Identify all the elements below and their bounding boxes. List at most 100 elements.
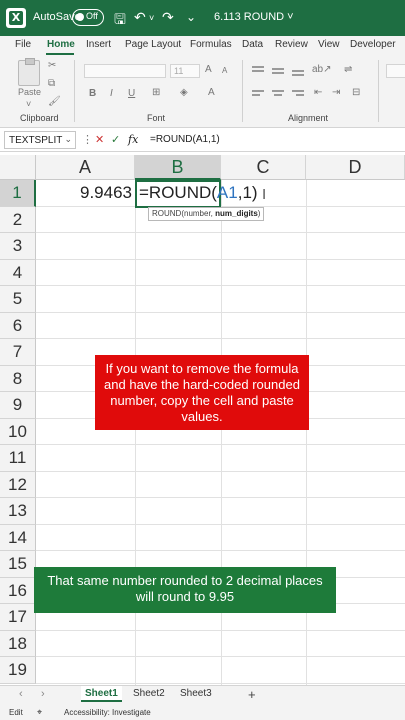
row-header[interactable]: 6 xyxy=(0,312,36,339)
tab-review[interactable]: Review xyxy=(275,39,308,50)
tab-home[interactable]: Home xyxy=(47,39,75,50)
formula-suffix: ,1) xyxy=(237,183,258,202)
ribbon: Paste ˅ ✂ ⧉ 🖌 Clipboard 11 A A B I U ⊞ ◈… xyxy=(0,56,405,128)
tab-insert[interactable]: Insert xyxy=(86,39,111,50)
row-header[interactable]: 17 xyxy=(0,604,36,631)
row-header[interactable]: 18 xyxy=(0,630,36,657)
tooltip-function: ROUND(number, xyxy=(152,209,216,218)
row-header[interactable]: 13 xyxy=(0,498,36,525)
gridline xyxy=(36,311,405,313)
chevron-down-icon[interactable]: ⌄ xyxy=(64,134,72,145)
orientation-icon[interactable]: ab↗ xyxy=(312,64,332,75)
tab-view[interactable]: View xyxy=(318,39,340,50)
copy-icon[interactable]: ⧉ xyxy=(48,78,55,89)
gridline xyxy=(36,338,405,339)
row-header[interactable]: 7 xyxy=(0,339,36,366)
gridline xyxy=(36,629,405,631)
customize-toolbar-icon[interactable]: ⌄ xyxy=(186,10,196,24)
row-header[interactable]: 8 xyxy=(0,365,36,392)
accessibility-status[interactable]: Accessibility: Investigate xyxy=(64,708,151,717)
cancel-icon[interactable]: ✕ xyxy=(95,133,104,146)
font-size-dropdown[interactable]: 11 xyxy=(170,64,200,78)
formula-input[interactable]: =ROUND(A1,1) xyxy=(150,134,220,145)
select-all-corner[interactable] xyxy=(0,155,36,180)
gridline xyxy=(36,258,405,260)
tab-data[interactable]: Data xyxy=(242,39,263,50)
font-color-icon[interactable]: A xyxy=(208,87,215,98)
sheet-tab-sheet1[interactable]: Sheet1 xyxy=(81,686,122,702)
save-icon[interactable]: 🖫 xyxy=(114,9,126,33)
sheet-tab-sheet3[interactable]: Sheet3 xyxy=(180,688,212,699)
row-header[interactable]: 4 xyxy=(0,259,36,286)
row-header[interactable]: 2 xyxy=(0,206,36,233)
fill-color-icon[interactable]: ◈ xyxy=(180,87,188,98)
row-header[interactable]: 19 xyxy=(0,657,36,684)
row-header[interactable]: 5 xyxy=(0,286,36,313)
row-header[interactable]: 14 xyxy=(0,524,36,551)
row-header[interactable]: 3 xyxy=(0,233,36,260)
status-mode: Edit xyxy=(9,708,23,717)
ribbon-tabs: File Home Insert Page Layout Formulas Da… xyxy=(0,36,405,56)
prev-sheet-icon[interactable]: ‹ xyxy=(19,688,23,700)
decrease-font-icon[interactable]: A xyxy=(222,66,227,75)
gridline xyxy=(36,232,405,233)
file-name[interactable]: 6.113 ROUND ˅ xyxy=(214,11,294,23)
red-callout: If you want to remove the formula and ha… xyxy=(95,355,309,430)
tab-file[interactable]: File xyxy=(15,39,31,50)
enter-icon[interactable]: ✓ xyxy=(111,133,120,146)
column-header-b[interactable]: B xyxy=(135,155,221,180)
tab-page-layout[interactable]: Page Layout xyxy=(125,39,181,50)
tooltip-current-arg[interactable]: num_digits xyxy=(215,209,258,218)
cell-a1[interactable]: 9.9463 xyxy=(36,180,135,207)
row-header[interactable]: 15 xyxy=(0,551,36,578)
underline-button[interactable]: U xyxy=(128,88,135,99)
cut-icon[interactable]: ✂ xyxy=(48,60,56,71)
row-header[interactable]: 1 xyxy=(0,180,36,207)
name-box[interactable]: TEXTSPLIT ⌄ xyxy=(4,131,76,149)
bold-button[interactable]: B xyxy=(89,88,96,99)
increase-indent-icon[interactable]: ⇥ xyxy=(332,87,340,98)
toggle-knob xyxy=(76,13,84,21)
paste-label[interactable]: Paste xyxy=(18,87,41,97)
gridline xyxy=(36,550,405,551)
row-header[interactable]: 12 xyxy=(0,471,36,498)
borders-icon[interactable]: ⊞ xyxy=(152,87,160,98)
italic-button[interactable]: I xyxy=(110,88,113,99)
format-painter-icon[interactable]: 🖌 xyxy=(48,96,61,107)
number-format-dropdown[interactable] xyxy=(386,64,405,78)
more-options-icon[interactable]: ⋮ xyxy=(82,133,93,146)
font-family-dropdown[interactable] xyxy=(84,64,166,78)
insert-function-icon[interactable]: fx xyxy=(128,133,138,146)
gridline xyxy=(36,444,405,445)
redo-icon[interactable]: ↷ xyxy=(162,9,174,26)
next-sheet-icon[interactable]: › xyxy=(41,688,45,700)
green-callout: That same number rounded to 2 decimal pl… xyxy=(34,567,336,613)
tab-formulas[interactable]: Formulas xyxy=(190,39,232,50)
column-header-c[interactable]: C xyxy=(221,155,306,180)
group-divider xyxy=(242,60,243,122)
gridline xyxy=(36,497,405,498)
add-sheet-icon[interactable]: + xyxy=(248,687,256,702)
row-header[interactable]: 10 xyxy=(0,418,36,445)
row-header[interactable]: 16 xyxy=(0,577,36,604)
tab-developer[interactable]: Developer xyxy=(350,39,396,50)
font-group-label: Font xyxy=(147,113,166,123)
cell-b1-formula[interactable]: =ROUND(A1,1) xyxy=(139,183,258,203)
title-bar: X AutoSave Off 🖫 ↶ ˅ ↷ ⌄ 6.113 ROUND ˅ xyxy=(0,0,405,36)
decrease-indent-icon[interactable]: ⇤ xyxy=(314,87,322,98)
paste-icon[interactable] xyxy=(18,58,40,86)
column-header-d[interactable]: D xyxy=(306,155,405,180)
accessibility-icon[interactable]: ⌖ xyxy=(37,707,42,718)
row-header[interactable]: 9 xyxy=(0,392,36,419)
increase-font-icon[interactable]: A xyxy=(205,64,212,75)
row-header[interactable]: 11 xyxy=(0,445,36,472)
merge-center-icon[interactable]: ⊟ xyxy=(352,87,360,98)
column-header-a[interactable]: A xyxy=(36,155,135,180)
gridline xyxy=(36,656,405,657)
undo-dropdown-icon[interactable]: ˅ xyxy=(149,13,154,23)
autosave-toggle[interactable]: Off xyxy=(72,9,104,26)
sheet-tab-sheet2[interactable]: Sheet2 xyxy=(133,688,165,699)
wrap-text-icon[interactable]: ⇌ xyxy=(344,64,352,75)
undo-icon[interactable]: ↶ xyxy=(134,9,146,26)
paste-dropdown-icon[interactable]: ˅ xyxy=(26,99,31,109)
